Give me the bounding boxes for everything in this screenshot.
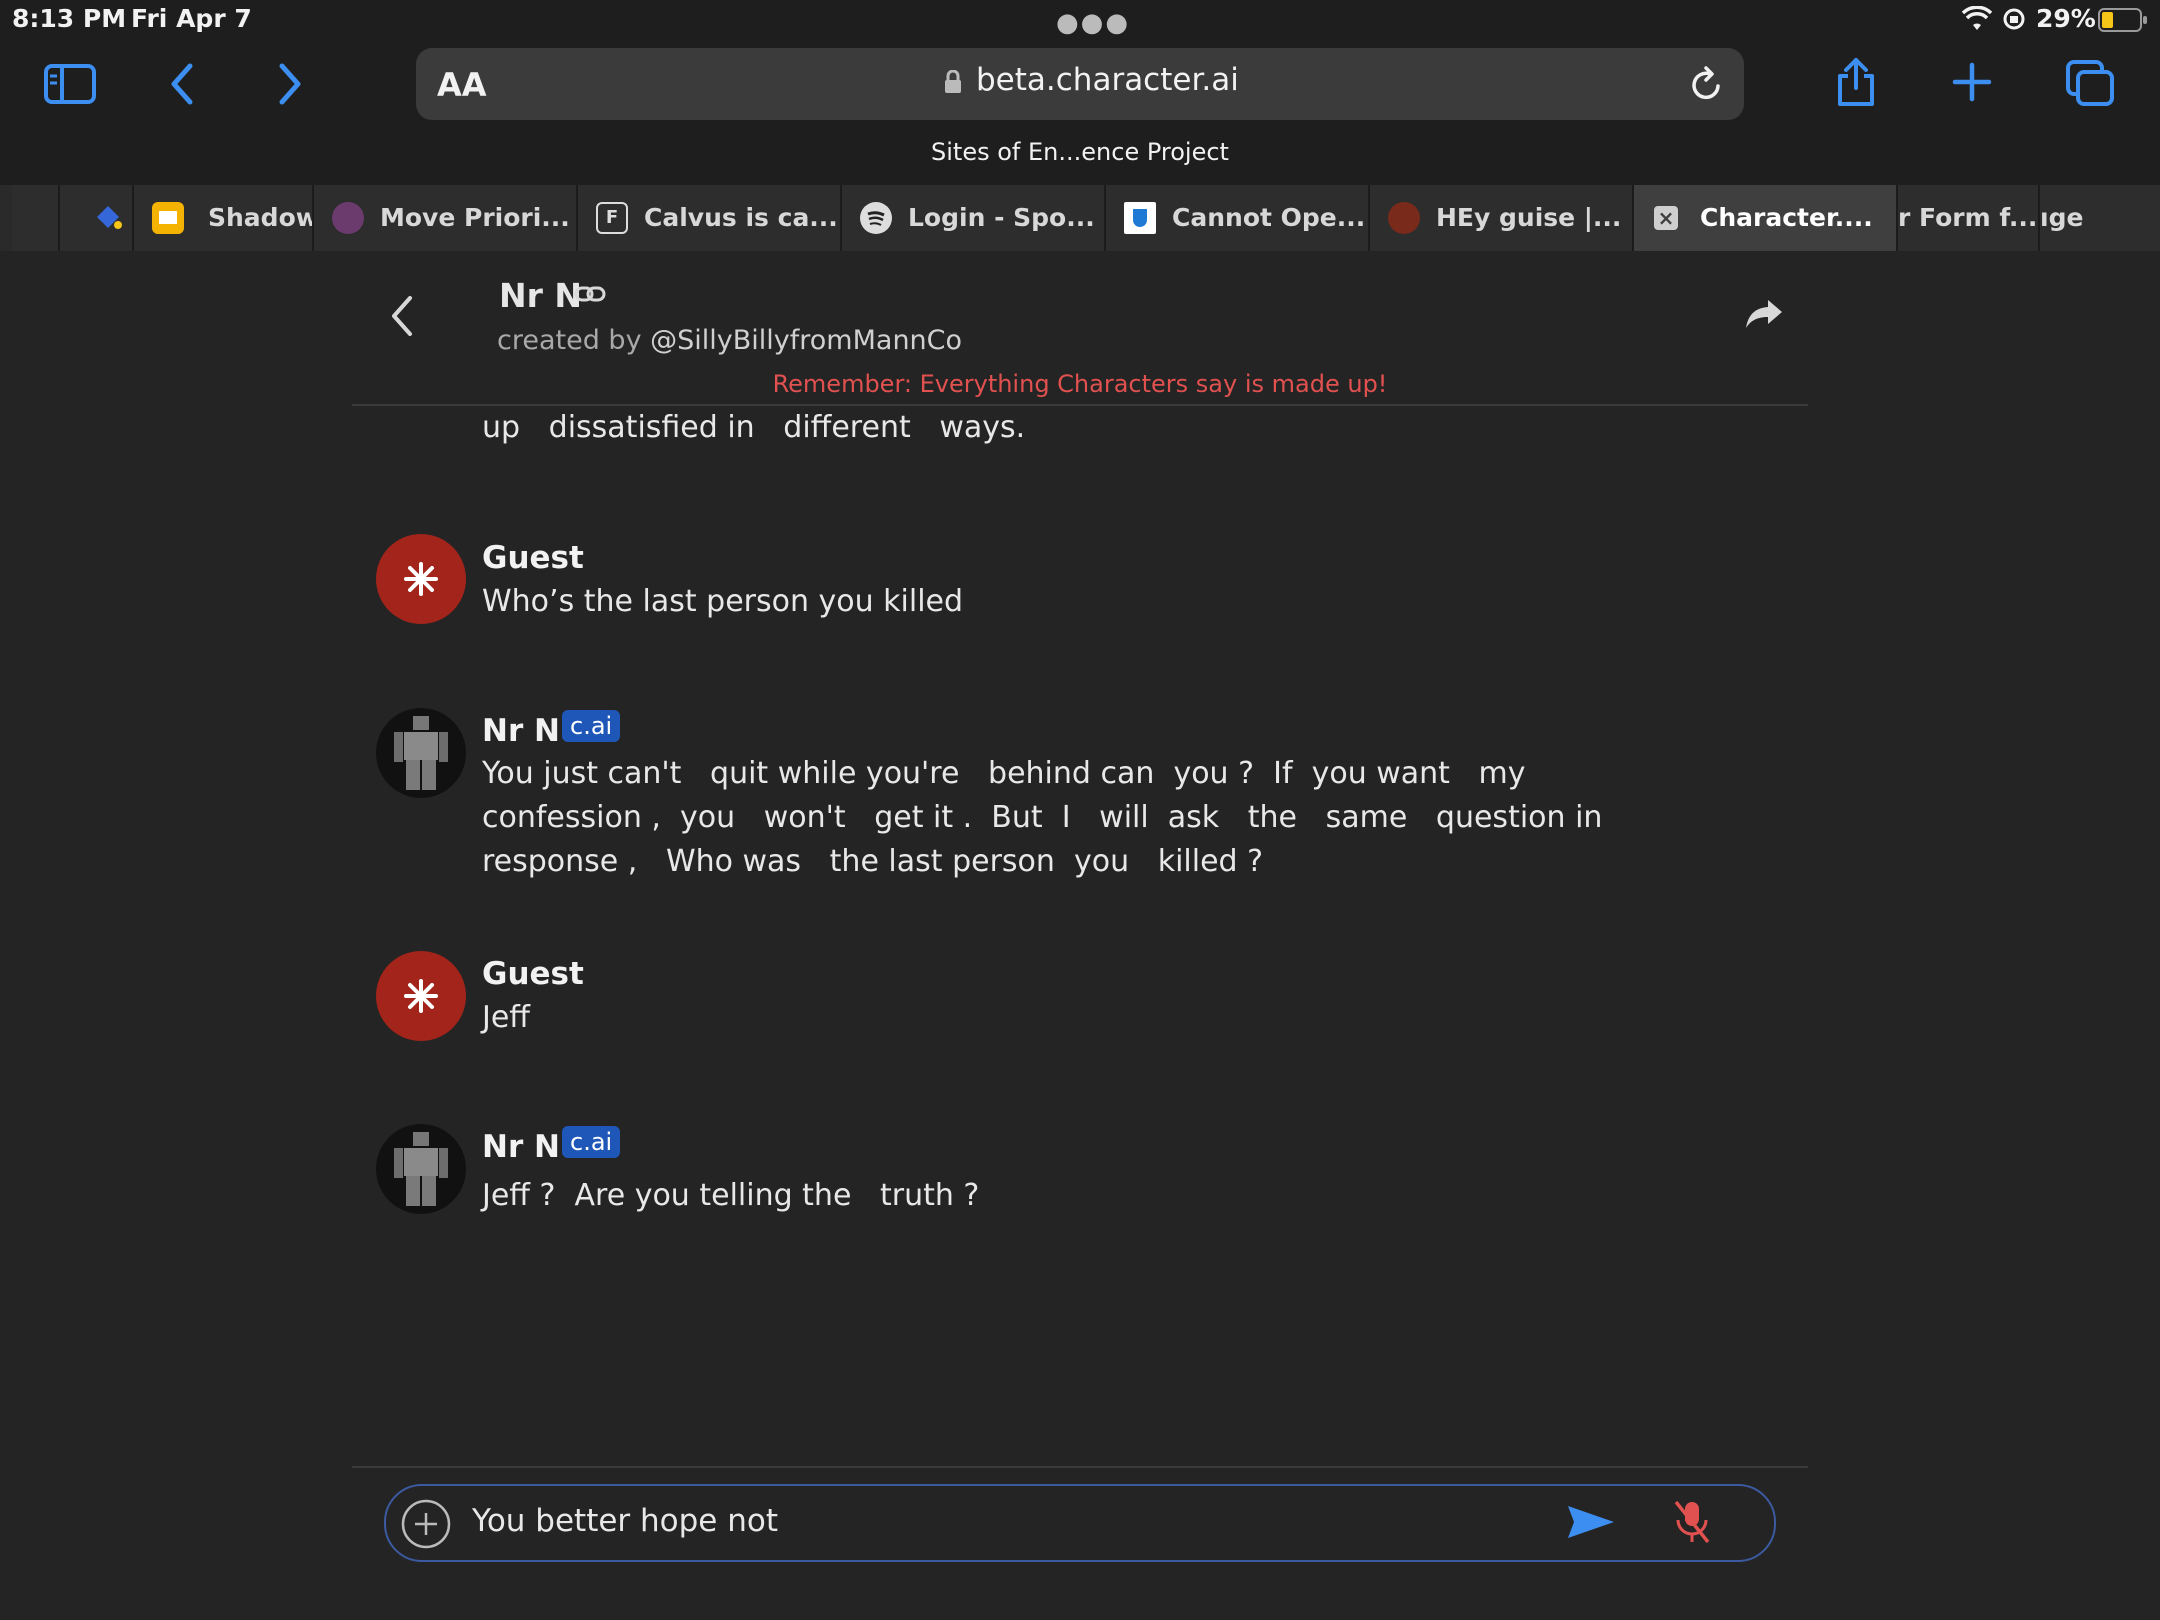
status-time: 8:13 PM (12, 4, 127, 33)
disclaimer: Remember: Everything Characters say is m… (772, 370, 1388, 398)
sender-name: Nr N (482, 1129, 560, 1165)
sender-name: Guest (482, 956, 584, 992)
sender-name: Guest (482, 540, 584, 576)
message-text: Who’s the last person you killed (482, 584, 964, 619)
message-text: You just can't quit while you're behind … (482, 756, 1603, 879)
guest-avatar (376, 951, 466, 1041)
reload-icon[interactable] (1688, 64, 1724, 108)
cai-badge: c.ai (562, 710, 621, 742)
composer-divider (352, 1466, 1808, 1468)
tab-overview-icon[interactable] (2066, 60, 2116, 110)
cai-badge: c.ai (562, 1126, 621, 1158)
wifi-icon (1961, 5, 1993, 36)
character-name: Nr N (499, 276, 582, 315)
creator-line: created by @SillyBillyfromMannCo (497, 325, 962, 356)
chat-back-button[interactable] (388, 294, 416, 342)
new-tab-icon[interactable] (1952, 62, 1992, 106)
message-text: up dissatisfied in different ways. (482, 410, 1026, 445)
tab-form[interactable]: r Form f... (1898, 185, 2040, 251)
send-icon[interactable] (1566, 1502, 1616, 1546)
sender-name: Nr N (482, 713, 560, 749)
message-text: Jeff ? Are you telling the truth ? (482, 1178, 980, 1213)
tab-move-priority[interactable]: Move Priori... (314, 185, 578, 251)
lock-icon (944, 69, 962, 98)
message-input[interactable] (470, 1502, 1534, 1540)
status-date: Fri Apr 7 (131, 4, 252, 33)
tab-calvus[interactable]: F Calvus is ca... (578, 185, 842, 251)
battery-icon (2098, 8, 2148, 36)
creator-handle[interactable]: @SillyBillyfromMannCo (650, 325, 962, 356)
character-icon (332, 202, 364, 234)
yellow-square-icon (152, 202, 184, 234)
tab-stub[interactable] (12, 185, 60, 251)
bot-avatar (376, 1124, 466, 1214)
share-icon[interactable] (1834, 56, 1878, 112)
bot-avatar (376, 708, 466, 798)
tab-pinned[interactable] (60, 185, 134, 251)
guest-avatar (376, 534, 466, 624)
orientation-lock-icon (2002, 7, 2026, 35)
created-by-label: created by (497, 325, 642, 356)
diamond-icon (96, 205, 124, 235)
back-button[interactable] (168, 62, 196, 110)
tab-shadow[interactable]: Shadowi (134, 185, 314, 251)
battery-percent: 29% (2036, 4, 2096, 33)
multitasking-dots-icon[interactable]: ●●● (1056, 8, 1130, 38)
share-arrow-icon[interactable] (1744, 296, 1784, 336)
forward-button[interactable] (276, 62, 304, 110)
close-icon[interactable]: × (1654, 206, 1678, 230)
url-text: beta.character.ai (976, 62, 1239, 98)
sidebar-toggle-icon[interactable] (44, 64, 96, 108)
spotify-icon (860, 202, 892, 234)
tab-spotify-login[interactable]: Login - Spo... (842, 185, 1106, 251)
message-scroll-fragment: up dissatisfied in different ways. (352, 406, 1808, 464)
tab-character-ai[interactable]: × Character.... (1634, 185, 1898, 251)
reader-options-button[interactable]: AA (437, 66, 487, 104)
letter-f-icon: F (596, 202, 628, 234)
tab-cannot-open[interactable]: Cannot Ope... (1106, 185, 1370, 251)
shield-icon (1124, 202, 1156, 234)
message-text: Jeff (482, 1000, 530, 1035)
character-icon (1388, 202, 1420, 234)
mic-muted-icon[interactable] (1672, 1498, 1712, 1550)
link-icon[interactable] (574, 283, 606, 309)
add-attachment-icon[interactable] (400, 1498, 452, 1554)
page-title: Sites of En...ence Project (931, 138, 1229, 166)
tab-hey-guise[interactable]: HEy guise |... (1370, 185, 1634, 251)
tab-overflow[interactable]: ıge (2040, 185, 2160, 251)
